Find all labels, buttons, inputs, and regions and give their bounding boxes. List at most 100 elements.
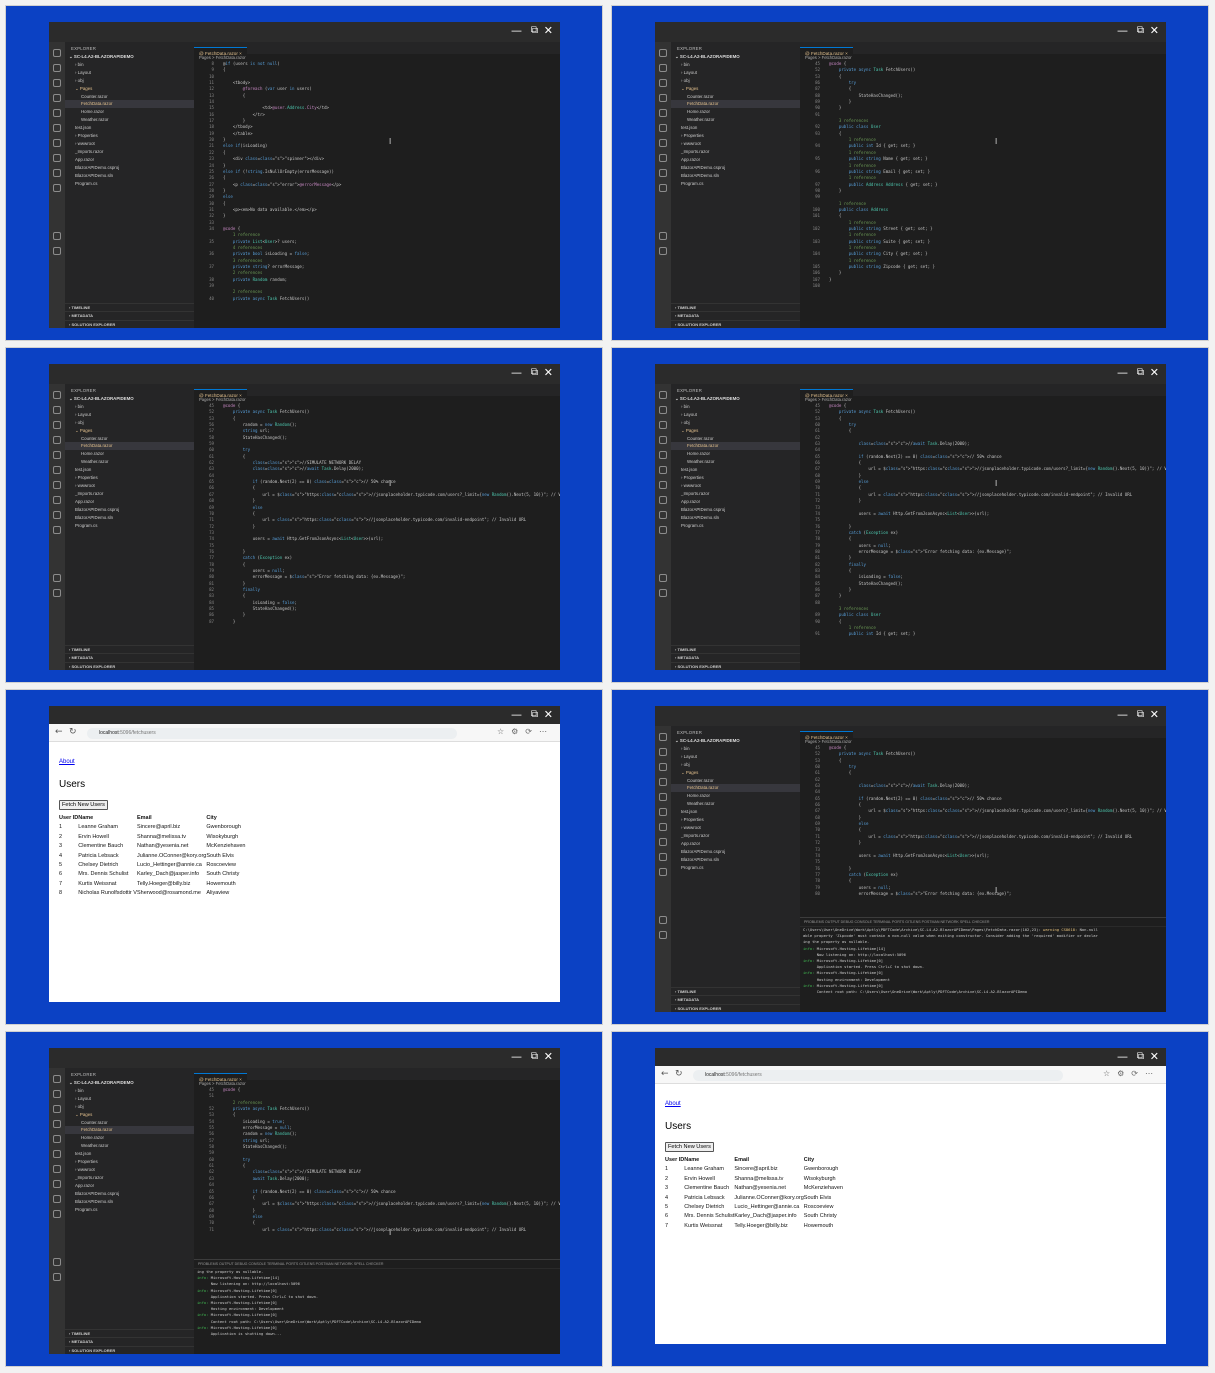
line-text[interactable]: public string Zipcode { get; set; } [829, 264, 935, 269]
line-text[interactable]: { [829, 428, 851, 433]
file-tree-item[interactable]: ⌄ Pages [65, 1111, 194, 1119]
file-tree-item[interactable]: Weather.razor [671, 116, 800, 124]
docker-icon[interactable] [53, 496, 61, 504]
section-solution-explorer[interactable]: › SOLUTION EXPLORER [65, 1345, 194, 1355]
back-icon[interactable]: ← [661, 1069, 669, 1079]
address-bar[interactable]: localhost:5096/fetchusers [693, 1070, 1063, 1081]
file-tree-item[interactable]: › obj [671, 761, 800, 769]
file-tree-item[interactable]: _Imports.razor [65, 1174, 194, 1182]
file-tree-item[interactable]: Counter.razor [65, 93, 194, 101]
file-tree-item[interactable]: _Imports.razor [671, 490, 800, 498]
line-text[interactable]: url = class="s">"https:class="cclass="s"… [829, 834, 1132, 839]
line-text[interactable]: { [829, 416, 841, 421]
line-text[interactable]: { [829, 213, 841, 218]
file-tree-item[interactable]: Program.cs [671, 180, 800, 188]
extensions-icons[interactable]: ☆⚙⟳⋯ [1103, 1069, 1160, 1078]
file-tree-item[interactable]: BlazorAPIDemo.sln [671, 514, 800, 522]
file-tree-item[interactable]: Counter.razor [671, 777, 800, 785]
line-text[interactable]: 1 reference [829, 163, 876, 168]
line-text[interactable]: { [223, 1220, 255, 1225]
line-text[interactable]: 1 reference [829, 245, 876, 250]
line-text[interactable]: { [223, 201, 225, 206]
extensions-icon[interactable] [659, 793, 667, 801]
line-text[interactable]: public string Email { get; set; } [829, 169, 930, 174]
about-link[interactable]: About [59, 759, 75, 765]
line-text[interactable]: StateHasChanged(); [223, 606, 297, 611]
project-root[interactable]: ⌄ SC-L4.A2-BLAZORAPIDEMO [671, 53, 800, 61]
file-tree-item[interactable]: › Properties [671, 132, 800, 140]
database-icon[interactable] [659, 853, 667, 861]
section-timeline[interactable]: › TIMELINE [65, 1328, 194, 1338]
extensions-icon[interactable] [659, 451, 667, 459]
line-text[interactable]: } [829, 188, 841, 193]
line-text[interactable]: url = class="s">"https:class="cclass="s"… [829, 492, 1132, 497]
line-text[interactable]: } [223, 163, 225, 168]
file-tree-item[interactable]: App.razor [65, 498, 194, 506]
restore-icon[interactable]: ⧉ [531, 708, 538, 722]
file-tree-item[interactable]: Program.cs [671, 522, 800, 530]
files-icon[interactable] [53, 1075, 61, 1083]
file-tree-item[interactable]: BlazorAPIDemo.csproj [65, 1190, 194, 1198]
line-text[interactable]: 1 reference [829, 220, 876, 225]
line-text[interactable]: </tr> [223, 112, 265, 117]
line-text[interactable]: <p class=class="s">"error">@errorMessage… [223, 182, 342, 187]
testing-icon[interactable] [53, 1165, 61, 1173]
restore-icon[interactable]: ⧉ [1137, 1050, 1144, 1064]
close-icon[interactable]: ✕ [1150, 1050, 1159, 1064]
line-text[interactable]: else [223, 1214, 263, 1219]
file-tree-item[interactable]: Weather.razor [671, 458, 800, 466]
file-tree-item[interactable]: ⌄ Pages [65, 85, 194, 93]
panel-tabs[interactable]: PROBLEMS OUTPUT DEBUG CONSOLE TERMINAL P… [194, 1260, 560, 1269]
line-text[interactable]: class=class="s">"c">//await Task.Delay(2… [829, 441, 970, 446]
line-text[interactable]: } [829, 593, 841, 598]
line-text[interactable]: { [223, 175, 225, 180]
testing-icon[interactable] [53, 139, 61, 147]
section-metadata[interactable]: › METADATA [671, 653, 800, 662]
project-root[interactable]: ⌄ SC-L4.A2-BLAZORAPIDEMO [65, 1079, 194, 1087]
line-text[interactable]: } [829, 840, 861, 845]
line-text[interactable]: isLoading = false; [829, 574, 903, 579]
line-text[interactable]: { [223, 150, 225, 155]
line-text[interactable]: errorMessage = $class="s">"Error fetchin… [223, 574, 406, 579]
file-tree-item[interactable]: test.json [65, 124, 194, 132]
line-text[interactable]: } [829, 270, 841, 275]
line-text[interactable]: { [829, 86, 851, 91]
database-icon[interactable] [53, 1195, 61, 1203]
line-text[interactable]: public class Address [829, 207, 888, 212]
line-text[interactable]: users = null; [223, 568, 285, 573]
docker-icon[interactable] [659, 154, 667, 162]
files-icon[interactable] [659, 733, 667, 741]
line-text[interactable]: } [829, 99, 851, 104]
restore-icon[interactable]: ⧉ [531, 24, 538, 38]
close-icon[interactable]: ✕ [1150, 24, 1159, 38]
source-control-icon[interactable] [659, 763, 667, 771]
line-text[interactable]: else if(isLoading) [223, 143, 267, 148]
settings-icon[interactable] [53, 247, 61, 255]
file-tree-item[interactable]: Home.razor [671, 792, 800, 800]
line-text[interactable]: @code { [829, 745, 846, 750]
file-tree-item[interactable]: ⌄ Pages [65, 427, 194, 435]
file-tree-item[interactable]: Weather.razor [65, 116, 194, 124]
source-control-icon[interactable] [659, 79, 667, 87]
line-text[interactable]: </table> [223, 131, 253, 136]
line-text[interactable]: 2 references [223, 289, 263, 294]
line-text[interactable]: StateHasChanged(); [829, 581, 903, 586]
file-tree-item[interactable]: Program.cs [65, 522, 194, 530]
file-tree-item[interactable]: App.razor [671, 498, 800, 506]
file-tree-item[interactable]: BlazorAPIDemo.csproj [65, 164, 194, 172]
line-text[interactable]: isLoading = false; [223, 600, 297, 605]
line-text[interactable]: errorMessage = $class="s">"Error fetchin… [829, 549, 1012, 554]
file-tree-item[interactable]: _Imports.razor [671, 832, 800, 840]
restore-icon[interactable]: ⧉ [1137, 366, 1144, 380]
git-graph-icon[interactable] [53, 526, 61, 534]
line-text[interactable]: } [829, 473, 861, 478]
file-tree-item[interactable]: FetchData.razor [671, 100, 800, 109]
close-icon[interactable]: ✕ [544, 1050, 553, 1064]
run-debug-icon[interactable] [53, 1120, 61, 1128]
line-text[interactable]: 3 references [223, 258, 263, 263]
line-text[interactable]: else [223, 505, 263, 510]
section-metadata[interactable]: › METADATA [671, 311, 800, 320]
file-tree-item[interactable]: BlazorAPIDemo.csproj [671, 164, 800, 172]
run-debug-icon[interactable] [659, 436, 667, 444]
search-icon[interactable] [659, 64, 667, 72]
